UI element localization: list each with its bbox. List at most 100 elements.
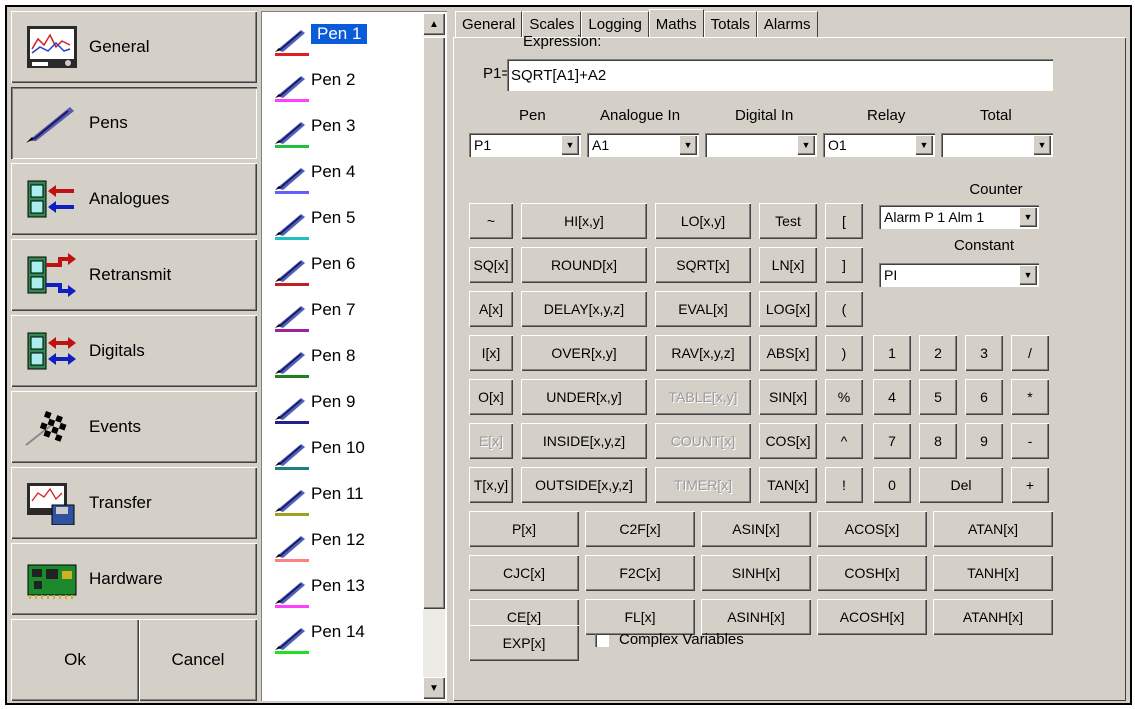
pen-list-item[interactable]: Pen 9: [261, 385, 423, 430]
delay-button[interactable]: DELAY[x,y,z]: [521, 291, 647, 327]
pen-select[interactable]: P1 ▼: [469, 133, 581, 157]
rbracket-button[interactable]: ]: [825, 247, 863, 283]
fl-button[interactable]: FL[x]: [585, 599, 695, 635]
pen-list-item[interactable]: Pen 1: [261, 17, 423, 62]
eval-button[interactable]: EVAL[x]: [655, 291, 751, 327]
pen-list-item[interactable]: Pen 14: [261, 615, 423, 660]
over-button[interactable]: OVER[x,y]: [521, 335, 647, 371]
tab-totals[interactable]: Totals: [703, 11, 757, 37]
round-button[interactable]: ROUND[x]: [521, 247, 647, 283]
pen-list-item[interactable]: Pen 10: [261, 431, 423, 476]
del-button[interactable]: Del: [919, 467, 1003, 503]
f2c-button[interactable]: F2C[x]: [585, 555, 695, 591]
ok-button[interactable]: Ok: [11, 619, 139, 701]
asinh-button[interactable]: ASINH[x]: [701, 599, 811, 635]
i-button[interactable]: I[x]: [469, 335, 513, 371]
plus-button[interactable]: +: [1011, 467, 1049, 503]
bang-button[interactable]: !: [825, 467, 863, 503]
pen-list-item[interactable]: Pen 3: [261, 109, 423, 154]
nav-item-digitals[interactable]: Digitals: [11, 315, 257, 387]
complex-variables-checkbox[interactable]: [595, 633, 609, 647]
tab-maths[interactable]: Maths: [648, 9, 704, 38]
nav-item-hardware[interactable]: Hardware: [11, 543, 257, 615]
asin-button[interactable]: ASIN[x]: [701, 511, 811, 547]
hi-button[interactable]: HI[x,y]: [521, 203, 647, 239]
expression-input[interactable]: SQRT[A1]+A2: [507, 59, 1053, 91]
k1-button[interactable]: 1: [873, 335, 911, 371]
cosh-button[interactable]: COSH[x]: [817, 555, 927, 591]
atan-button[interactable]: ATAN[x]: [933, 511, 1053, 547]
analogue-select[interactable]: A1 ▼: [587, 133, 699, 157]
relay-select[interactable]: O1 ▼: [823, 133, 935, 157]
scroll-down-button[interactable]: ▼: [423, 677, 445, 699]
k0-button[interactable]: 0: [873, 467, 911, 503]
sq-button[interactable]: SQ[x]: [469, 247, 513, 283]
p-button[interactable]: P[x]: [469, 511, 579, 547]
tanh-button[interactable]: TANH[x]: [933, 555, 1053, 591]
outside-button[interactable]: OUTSIDE[x,y,z]: [521, 467, 647, 503]
ln-button[interactable]: LN[x]: [759, 247, 817, 283]
a-button[interactable]: A[x]: [469, 291, 513, 327]
pen-list-item[interactable]: Pen 5: [261, 201, 423, 246]
inside-button[interactable]: INSIDE[x,y,z]: [521, 423, 647, 459]
pen-list-item[interactable]: Pen 6: [261, 247, 423, 292]
tilde-button[interactable]: ~: [469, 203, 513, 239]
tan-button[interactable]: TAN[x]: [759, 467, 817, 503]
o-button[interactable]: O[x]: [469, 379, 513, 415]
c2f-button[interactable]: C2F[x]: [585, 511, 695, 547]
cjc-button[interactable]: CJC[x]: [469, 555, 579, 591]
nav-item-analogues[interactable]: Analogues: [11, 163, 257, 235]
cos-button[interactable]: COS[x]: [759, 423, 817, 459]
test-button[interactable]: Test: [759, 203, 817, 239]
sin-button[interactable]: SIN[x]: [759, 379, 817, 415]
atanh-button[interactable]: ATANH[x]: [933, 599, 1053, 635]
sqrt-button[interactable]: SQRT[x]: [655, 247, 751, 283]
k3-button[interactable]: 3: [965, 335, 1003, 371]
scroll-thumb[interactable]: [423, 37, 445, 609]
mul-button[interactable]: *: [1011, 379, 1049, 415]
tab-alarms[interactable]: Alarms: [756, 11, 818, 37]
pen-list-item[interactable]: Pen 4: [261, 155, 423, 200]
abs-button[interactable]: ABS[x]: [759, 335, 817, 371]
lbracket-button[interactable]: [: [825, 203, 863, 239]
rav-button[interactable]: RAV[x,y,z]: [655, 335, 751, 371]
pen-list-item[interactable]: Pen 11: [261, 477, 423, 522]
nav-item-pens[interactable]: Pens: [11, 87, 257, 159]
e-button[interactable]: E[x]: [469, 423, 513, 459]
nav-item-transfer[interactable]: Transfer: [11, 467, 257, 539]
lparen-button[interactable]: (: [825, 291, 863, 327]
count-button[interactable]: COUNT[x]: [655, 423, 751, 459]
k7-button[interactable]: 7: [873, 423, 911, 459]
log-button[interactable]: LOG[x]: [759, 291, 817, 327]
acos-button[interactable]: ACOS[x]: [817, 511, 927, 547]
scroll-up-button[interactable]: ▲: [423, 13, 445, 35]
acosh-button[interactable]: ACOSH[x]: [817, 599, 927, 635]
table-button[interactable]: TABLE[x,y]: [655, 379, 751, 415]
sinh-button[interactable]: SINH[x]: [701, 555, 811, 591]
lo-button[interactable]: LO[x,y]: [655, 203, 751, 239]
k8-button[interactable]: 8: [919, 423, 957, 459]
exp-button[interactable]: EXP[x]: [469, 625, 579, 661]
pen-list-item[interactable]: Pen 12: [261, 523, 423, 568]
k5-button[interactable]: 5: [919, 379, 957, 415]
tab-general[interactable]: General: [455, 11, 523, 37]
div-button[interactable]: /: [1011, 335, 1049, 371]
pen-list-item[interactable]: Pen 8: [261, 339, 423, 384]
k9-button[interactable]: 9: [965, 423, 1003, 459]
minus-button[interactable]: -: [1011, 423, 1049, 459]
k2-button[interactable]: 2: [919, 335, 957, 371]
timer-button[interactable]: TIMER[x]: [655, 467, 751, 503]
rparen-button[interactable]: ): [825, 335, 863, 371]
pen-list-item[interactable]: Pen 7: [261, 293, 423, 338]
nav-item-retransmit[interactable]: Retransmit: [11, 239, 257, 311]
pen-list-item[interactable]: Pen 13: [261, 569, 423, 614]
cancel-button[interactable]: Cancel: [139, 619, 257, 701]
pen-list-item[interactable]: Pen 2: [261, 63, 423, 108]
k6-button[interactable]: 6: [965, 379, 1003, 415]
digital-select[interactable]: ▼: [705, 133, 817, 157]
t-button[interactable]: T[x,y]: [469, 467, 513, 503]
nav-item-general[interactable]: General: [11, 11, 257, 83]
under-button[interactable]: UNDER[x,y]: [521, 379, 647, 415]
caret-button[interactable]: ^: [825, 423, 863, 459]
counter-select[interactable]: Alarm P 1 Alm 1 ▼: [879, 205, 1039, 229]
